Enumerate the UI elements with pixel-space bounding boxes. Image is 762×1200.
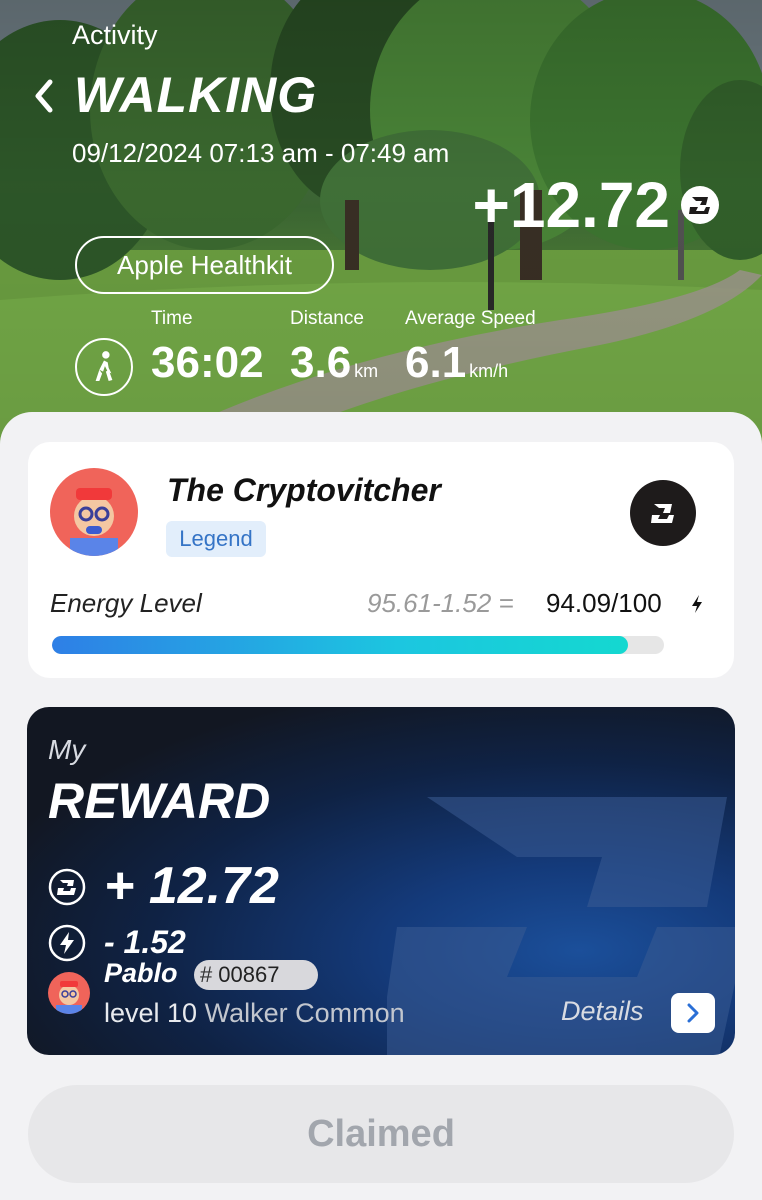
speed-unit: km/h (469, 361, 509, 381)
nft-avatar (48, 972, 90, 1014)
activity-date-range: 09/12/2024 07:13 am - 07:49 am (72, 138, 450, 168)
user-avatar[interactable] (50, 468, 138, 556)
data-source-badge: Apple Healthkit (75, 236, 334, 294)
bolt-icon (692, 595, 702, 613)
energy-calculation: 95.61-1.52 = (367, 588, 514, 618)
hash-icon: # (200, 962, 213, 987)
energy-progress-fill (52, 636, 628, 654)
reward-my-label: My (48, 734, 86, 765)
token-reward-amount: + 12.72 (104, 857, 279, 915)
nft-level: level 10 (104, 998, 198, 1028)
section-label: Activity (72, 20, 158, 50)
tier-badge: Legend (166, 521, 266, 557)
claimed-button[interactable]: Claimed (28, 1085, 734, 1183)
nft-id-badge: #00867 (194, 960, 318, 990)
speed-label: Average Speed (405, 308, 536, 329)
energy-label: Energy Level (50, 588, 202, 618)
distance-value: 3.6 km (290, 338, 379, 387)
activity-title: WALKING (74, 67, 318, 123)
distance-label: Distance (290, 308, 364, 329)
details-link[interactable]: Details (561, 996, 644, 1027)
energy-cost-amount: - 1.52 (104, 924, 186, 960)
username: The Cryptovitcher (167, 472, 441, 508)
nft-name: Pablo (104, 958, 178, 988)
bolt-icon (48, 924, 86, 962)
coin-icon (681, 186, 719, 224)
chevron-right-icon (687, 1003, 699, 1023)
speed-value: 6.1 km/h (405, 338, 509, 387)
energy-progress-bar (52, 636, 664, 654)
reward-title: REWARD (48, 773, 271, 829)
coin-icon (630, 480, 696, 546)
details-button[interactable] (671, 993, 715, 1033)
nft-level-info: level 10 Walker Common (104, 998, 405, 1029)
distance-unit: km (354, 361, 379, 381)
nft-rarity: Walker Common (204, 998, 405, 1028)
back-chevron-icon[interactable] (30, 78, 60, 114)
nft-id: 00867 (218, 962, 280, 987)
coin-icon (48, 868, 86, 906)
walker-icon (75, 338, 133, 396)
energy-value: 94.09/100 (546, 588, 662, 618)
time-value: 36:02 (151, 338, 264, 387)
time-label: Time (151, 308, 193, 329)
activity-reward-amount: +12.72 (472, 169, 670, 241)
